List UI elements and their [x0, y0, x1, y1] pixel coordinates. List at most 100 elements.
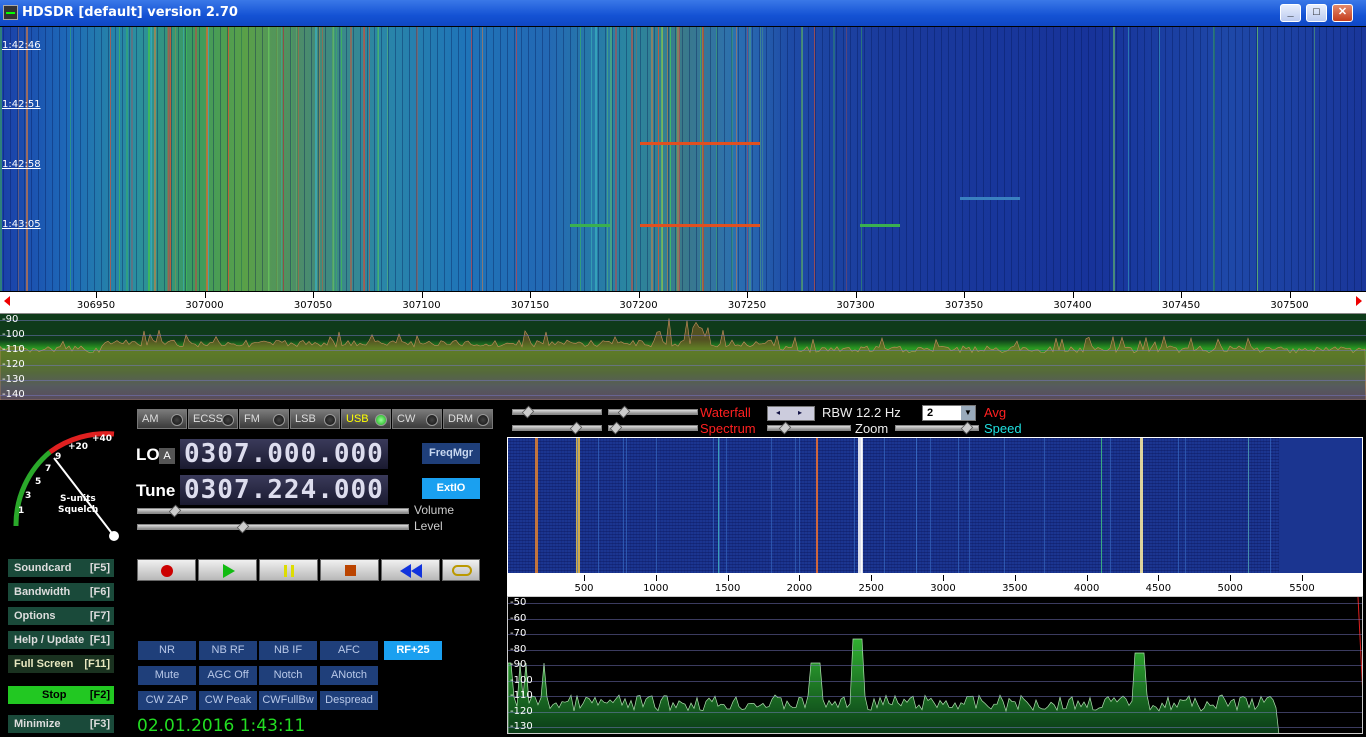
slider-knob[interactable] [778, 421, 792, 435]
speed-slider[interactable] [895, 421, 979, 435]
carrier-line [761, 27, 763, 291]
dsp-button-nr[interactable]: NR [138, 641, 196, 660]
minimize-window-button[interactable]: _ [1280, 4, 1301, 22]
extio-button[interactable]: ExtIO [422, 478, 480, 499]
zoom-waterfall[interactable] [507, 437, 1363, 575]
scroll-left-arrow-icon[interactable] [4, 296, 10, 306]
frequency-axis-label: 307150 [510, 300, 550, 311]
carrier-line [331, 27, 334, 291]
mode-button-lsb[interactable]: LSB [290, 409, 340, 429]
mode-button-ecss[interactable]: ECSS [188, 409, 238, 429]
zoom-noise-line [958, 438, 959, 573]
rewind-button[interactable] [381, 559, 440, 581]
spectrum-grid-line [0, 395, 1366, 396]
avg-select[interactable]: 2 ▼ [922, 405, 976, 421]
dsp-button-cwfullbw[interactable]: CWFullBw [259, 691, 317, 710]
freqmgr-button[interactable]: FreqMgr [422, 443, 480, 464]
slider-knob[interactable] [521, 405, 535, 419]
zoom-spectrum[interactable]: -50 -60 -70 -80 -90 -100 -110 -120 -130 [507, 596, 1363, 734]
mode-button-usb[interactable]: USB [341, 409, 391, 429]
main-waterfall[interactable]: 1:42:46 1:42:51 1:42:58 1:43:05 [0, 27, 1366, 291]
mode-button-am[interactable]: AM [137, 409, 187, 429]
side-button-soundcard[interactable]: Soundcard [F5] [8, 559, 114, 577]
lo-lock-badge[interactable]: A [159, 448, 175, 464]
dsp-button-nb-rf[interactable]: NB RF [199, 641, 257, 660]
carrier-line [861, 27, 863, 291]
mode-button-fm[interactable]: FM [239, 409, 289, 429]
record-button[interactable] [137, 559, 196, 581]
mode-button-cw[interactable]: CW [392, 409, 442, 429]
spectrum-contrast-slider[interactable] [512, 421, 602, 435]
carrier-line [174, 27, 176, 291]
right-arrow-icon[interactable]: ▸ [798, 408, 802, 417]
window-title: HDSDR [default] version 2.70 [22, 5, 238, 20]
tune-frequency-display[interactable]: 0307.224.000 [180, 475, 388, 505]
scroll-right-arrow-icon[interactable] [1356, 296, 1362, 306]
dsp-button-cw-peak[interactable]: CW Peak [199, 691, 257, 710]
slider-knob[interactable] [617, 405, 631, 419]
side-button-help-update[interactable]: Help / Update [F1] [8, 631, 114, 649]
loop-button[interactable] [442, 559, 480, 581]
close-window-button[interactable]: ✕ [1332, 4, 1353, 22]
squelch-caption[interactable]: Squelch [58, 505, 98, 515]
dsp-button-rf-25[interactable]: RF+25 [384, 641, 442, 660]
side-button-minimize[interactable]: Minimize [F3] [8, 715, 114, 733]
dsp-button-agc-off[interactable]: AGC Off [199, 666, 257, 685]
waterfall-brightness-slider[interactable] [608, 405, 698, 419]
carrier-line [314, 27, 317, 291]
level-slider[interactable] [137, 520, 409, 534]
axis-tick [871, 575, 873, 581]
zoom-slider[interactable] [767, 421, 851, 435]
main-spectrum[interactable]: -90 -100 -110 -120 -130 -140 [0, 314, 1366, 400]
slider-knob[interactable] [569, 421, 583, 435]
zoom-noise-line [794, 438, 796, 573]
s-meter-scale-label: +20 [68, 442, 89, 452]
axis-tick [1289, 292, 1291, 298]
rewind-icon [400, 564, 411, 578]
dsp-button-mute[interactable]: Mute [138, 666, 196, 685]
left-arrow-icon[interactable]: ◂ [776, 408, 780, 417]
mode-button-label: LSB [295, 413, 316, 425]
carrier-line [130, 27, 133, 291]
carrier-line [282, 27, 284, 291]
chevron-down-icon[interactable]: ▼ [961, 406, 975, 420]
dsp-button-anotch[interactable]: ANotch [320, 666, 378, 685]
dsp-button-notch[interactable]: Notch [259, 666, 317, 685]
waterfall-contrast-slider[interactable] [512, 405, 602, 419]
carrier-line [670, 27, 672, 291]
carrier-line [801, 27, 804, 291]
play-button[interactable] [198, 559, 257, 581]
frequency-axis[interactable]: 306950 307000 307050 307100 307150 307200 3072… [0, 292, 1366, 314]
maximize-window-button[interactable]: □ [1306, 4, 1327, 22]
spectrum-label: Spectrum [700, 421, 756, 436]
zoom-spectrum-grid-line [508, 603, 1362, 604]
lo-frequency-display[interactable]: 0307.000.000 [180, 439, 388, 469]
audio-axis-label: 4000 [1073, 583, 1100, 594]
stop-playback-button[interactable] [320, 559, 379, 581]
side-button-bandwidth[interactable]: Bandwidth [F6] [8, 583, 114, 601]
slider-knob[interactable] [960, 421, 974, 435]
dsp-button-despread[interactable]: Despread [320, 691, 378, 710]
rbw-stepper[interactable]: ◂ ▸ [767, 406, 815, 421]
dsp-button-cw-zap[interactable]: CW ZAP [138, 691, 196, 710]
audio-frequency-axis[interactable]: 500 1000 1500 2000 2500 3000 3500 4000 4500 5000 5… [507, 575, 1363, 596]
level-slider-knob[interactable] [236, 520, 250, 534]
mode-button-drm[interactable]: DRM [443, 409, 493, 429]
axis-tick [655, 575, 657, 581]
zoom-noise-line [725, 438, 727, 573]
dsp-button-nb-if[interactable]: NB IF [259, 641, 317, 660]
carrier-line [1112, 27, 1115, 291]
side-button-stop[interactable]: Stop [F2] [8, 686, 114, 704]
side-button-full-screen[interactable]: Full Screen [F11] [8, 655, 114, 673]
slider-knob[interactable] [609, 421, 623, 435]
loop-icon [452, 565, 472, 576]
side-button-options[interactable]: Options [F7] [8, 607, 114, 625]
spectrum-brightness-slider[interactable] [608, 421, 698, 435]
frequency-axis-label: 307050 [293, 300, 333, 311]
volume-slider-knob[interactable] [168, 504, 182, 518]
dsp-button-afc[interactable]: AFC [320, 641, 378, 660]
volume-slider[interactable] [137, 504, 409, 518]
zoom-spectrum-db-label: -110 [510, 690, 533, 701]
zoom-spectrum-grid-line [508, 649, 1362, 651]
pause-button[interactable] [259, 559, 318, 581]
